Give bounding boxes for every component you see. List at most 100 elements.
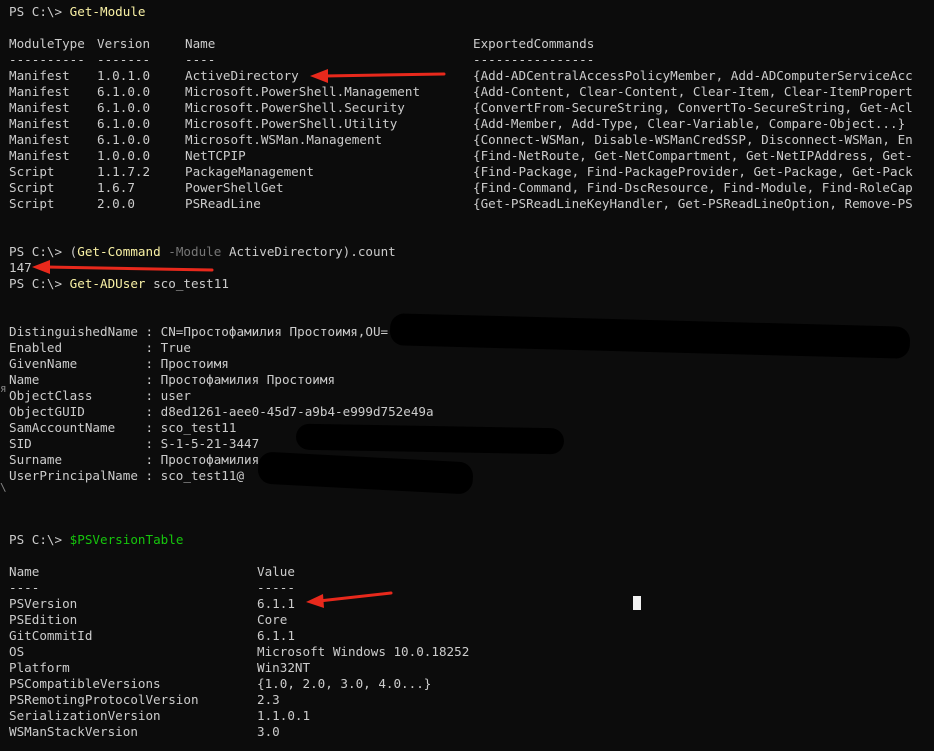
exported-commands: {Connect-WSMan, Disable-WSManCredSSP, Di… xyxy=(473,132,913,147)
list-item: GivenName : Простоимя xyxy=(9,356,229,371)
list-item: DistinguishedName : CN=Простофамилия Про… xyxy=(9,324,389,339)
prompt: PS C:\> xyxy=(9,244,63,259)
exported-commands: {ConvertFrom-SecureString, ConvertTo-Sec… xyxy=(473,100,913,115)
divider: ----- xyxy=(257,580,295,595)
column-header: Version xyxy=(97,36,151,51)
module-version: 6.1.0.0 xyxy=(97,84,151,99)
property-name: GitCommitId xyxy=(9,628,93,643)
variable-name: $PSVersionTable xyxy=(69,532,184,547)
parameter-value: ActiveDirectory xyxy=(228,244,343,259)
module-type: Script xyxy=(9,180,55,195)
exported-commands: {Add-Member, Add-Type, Clear-Variable, C… xyxy=(473,116,906,131)
command-name: Get-Command xyxy=(77,244,161,259)
module-name: ActiveDirectory xyxy=(185,68,299,83)
list-item: UserPrincipalName : sco_test11@ xyxy=(9,468,245,483)
divider: ------- xyxy=(97,52,151,67)
command-line-psversiontable: PS C:\> $PSVersionTable xyxy=(9,532,183,548)
list-item: Surname : Простофамилия xyxy=(9,452,260,467)
list-item: ObjectGUID : d8ed1261-aee0-45d7-a9b4-e99… xyxy=(9,404,434,419)
module-name: PackageManagement xyxy=(185,164,314,179)
module-version: 6.1.0.0 xyxy=(97,100,151,115)
module-version: 6.1.0.0 xyxy=(97,132,151,147)
command-line-get-module: PS C:\> Get-Module xyxy=(9,4,146,20)
property-name: PSRemotingProtocolVersion xyxy=(9,692,199,707)
property-value: Win32NT xyxy=(257,660,311,675)
redaction-mark xyxy=(389,313,911,359)
module-type: Manifest xyxy=(9,148,70,163)
list-item: Enabled : True xyxy=(9,340,191,355)
module-type: Manifest xyxy=(9,84,70,99)
module-version: 6.1.0.0 xyxy=(97,116,151,131)
module-name: Microsoft.PowerShell.Utility xyxy=(185,116,398,131)
parameter-name: -Module xyxy=(168,244,222,259)
property-value: Microsoft Windows 10.0.18252 xyxy=(257,644,470,659)
command-name: Get-Module xyxy=(69,4,146,19)
module-version: 1.1.7.2 xyxy=(97,164,151,179)
paren-close: ).count xyxy=(342,244,396,259)
module-name: Microsoft.PowerShell.Security xyxy=(185,100,405,115)
module-name: Microsoft.WSMan.Management xyxy=(185,132,383,147)
red-arrow-icon xyxy=(310,69,446,83)
prompt: PS C:\> xyxy=(9,532,63,547)
parameter-value: sco_test11 xyxy=(153,276,229,291)
property-name: PSVersion xyxy=(9,596,78,611)
column-header: ExportedCommands xyxy=(473,36,595,51)
redaction-mark xyxy=(257,451,474,495)
exported-commands: {Find-Command, Find-DscResource, Find-Mo… xyxy=(473,180,913,195)
text-cursor xyxy=(633,596,641,610)
column-header: Name xyxy=(9,564,40,579)
divider: ---------- xyxy=(9,52,85,67)
module-version: 1.6.7 xyxy=(97,180,135,195)
exported-commands: {Find-Package, Find-PackageProvider, Get… xyxy=(473,164,913,179)
prompt: PS C:\> xyxy=(9,4,63,19)
command-line-get-aduser: PS C:\> Get-ADUser sco_test11 xyxy=(9,276,229,292)
module-name: NetTCPIP xyxy=(185,148,246,163)
column-header: ModuleType xyxy=(9,36,85,51)
property-name: PSCompatibleVersions xyxy=(9,676,161,691)
property-value: Core xyxy=(257,612,288,627)
property-name: PSEdition xyxy=(9,612,78,627)
module-version: 1.0.1.0 xyxy=(97,68,151,83)
column-header: Name xyxy=(185,36,216,51)
module-type: Script xyxy=(9,164,55,179)
divider: ---- xyxy=(9,580,40,595)
divider: ---------------- xyxy=(473,52,595,67)
property-name: Platform xyxy=(9,660,70,675)
column-header: Value xyxy=(257,564,295,579)
property-value: 3.0 xyxy=(257,724,280,739)
property-name: SerializationVersion xyxy=(9,708,161,723)
module-type: Manifest xyxy=(9,68,70,83)
exported-commands: {Get-PSReadLineKeyHandler, Get-PSReadLin… xyxy=(473,196,913,211)
window-edge-mark: \ xyxy=(0,481,7,494)
property-name: WSManStackVersion xyxy=(9,724,138,739)
module-version: 2.0.0 xyxy=(97,196,135,211)
command-name: Get-ADUser xyxy=(69,276,146,291)
property-value: 2.3 xyxy=(257,692,280,707)
window-edge-mark: я xyxy=(0,382,7,395)
exported-commands: {Add-ADCentralAccessPolicyMember, Add-AD… xyxy=(473,68,913,83)
property-name: OS xyxy=(9,644,25,659)
red-arrow-icon xyxy=(306,591,393,608)
module-type: Manifest xyxy=(9,116,70,131)
count-result: 147 xyxy=(9,260,32,275)
prompt: PS C:\> xyxy=(9,276,63,291)
module-type: Manifest xyxy=(9,132,70,147)
property-value: {1.0, 2.0, 3.0, 4.0...} xyxy=(257,676,432,691)
list-item: SID : S-1-5-21-3447 xyxy=(9,436,260,451)
exported-commands: {Find-NetRoute, Get-NetCompartment, Get-… xyxy=(473,148,913,163)
list-item: ObjectClass : user xyxy=(9,388,191,403)
property-value: 6.1.1 xyxy=(257,628,295,643)
module-version: 1.0.0.0 xyxy=(97,148,151,163)
red-arrow-icon xyxy=(32,260,214,274)
list-item: SamAccountName : sco_test11 xyxy=(9,420,237,435)
divider: ---- xyxy=(185,52,216,67)
property-value: 1.1.0.1 xyxy=(257,708,311,723)
module-type: Manifest xyxy=(9,100,70,115)
exported-commands: {Add-Content, Clear-Content, Clear-Item,… xyxy=(473,84,913,99)
module-name: PowerShellGet xyxy=(185,180,284,195)
module-type: Script xyxy=(9,196,55,211)
module-name: PSReadLine xyxy=(185,196,261,211)
redaction-mark xyxy=(295,423,565,455)
property-value: 6.1.1 xyxy=(257,596,295,611)
list-item: Name : Простофамилия Простоимя xyxy=(9,372,336,387)
